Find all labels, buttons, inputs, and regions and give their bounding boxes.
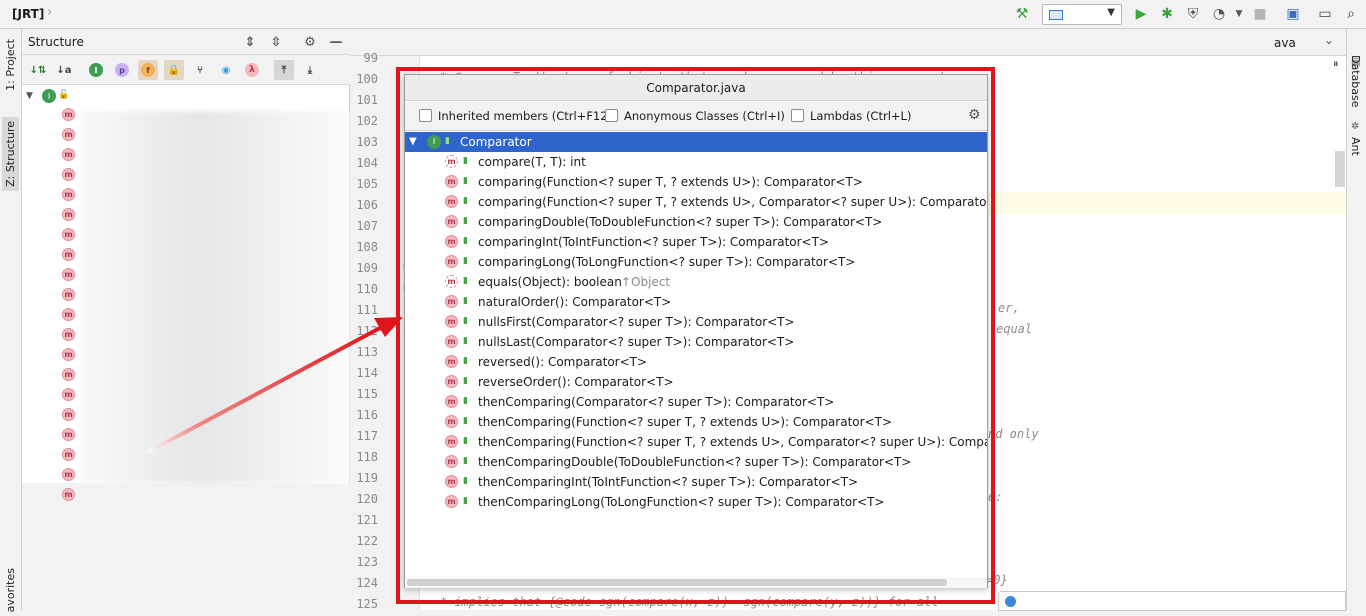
arrow-shaft [148,326,382,453]
red-arrow-annotation [148,317,403,453]
